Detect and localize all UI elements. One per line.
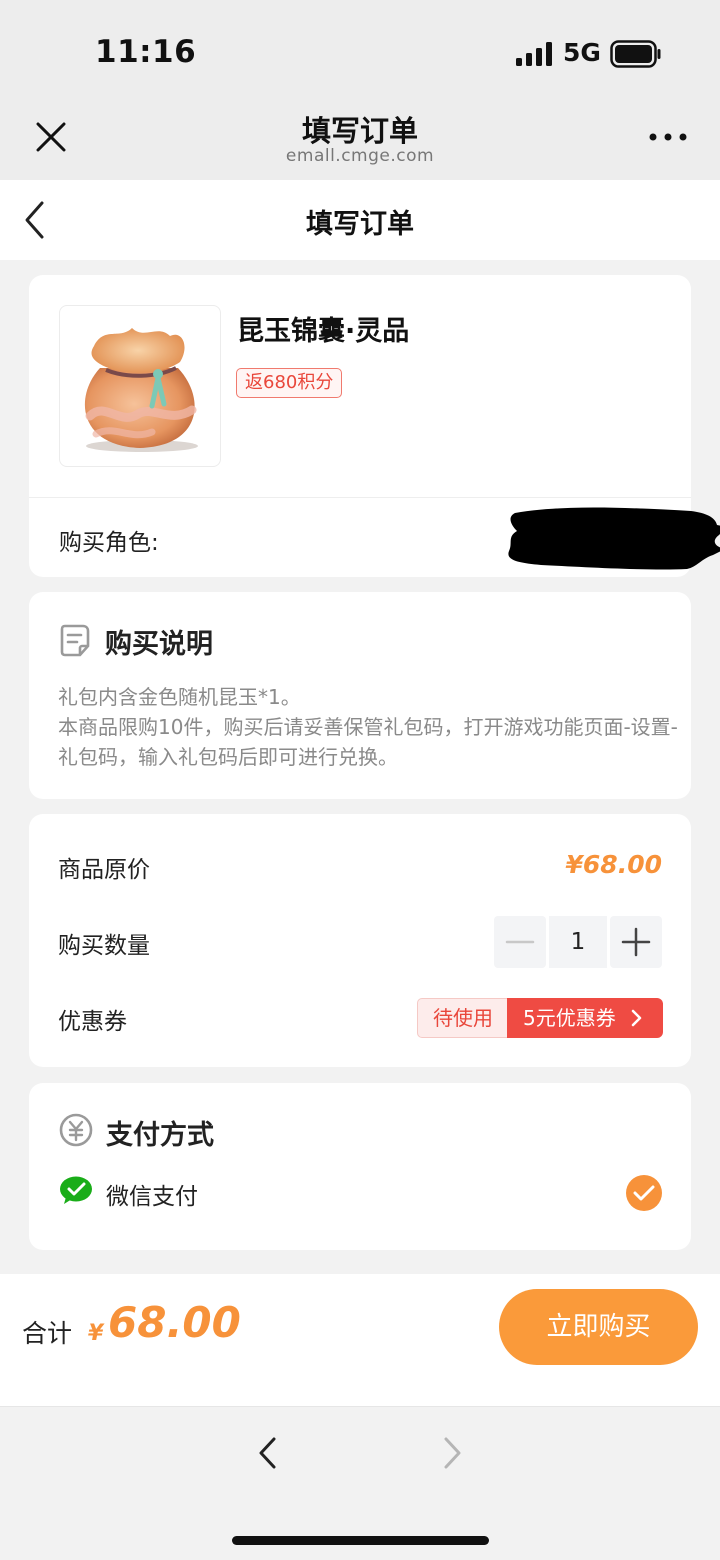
more-icon[interactable] bbox=[648, 132, 688, 142]
plus-icon bbox=[621, 927, 651, 957]
page-nav: 填写订单 bbox=[0, 180, 720, 260]
points-badge: 返680积分 bbox=[236, 368, 343, 398]
product-image bbox=[59, 305, 221, 467]
coupon-status[interactable]: 待使用 bbox=[417, 998, 509, 1038]
original-price: ¥68.00 bbox=[565, 850, 662, 879]
product-card: 昆玉锦囊·灵品 返680积分 购买角色: bbox=[29, 275, 720, 577]
quantity-label: 购买数量 bbox=[58, 933, 150, 959]
home-indicator[interactable] bbox=[232, 1536, 489, 1545]
battery-icon bbox=[610, 40, 661, 68]
browser-bottom-nav bbox=[0, 1408, 720, 1560]
product-name: 昆玉锦囊·灵品 bbox=[237, 316, 410, 347]
minus-icon bbox=[505, 940, 535, 944]
browser-header: 填写订单 emall.cmge.com bbox=[0, 96, 720, 180]
buy-now-button[interactable]: 立即购买 bbox=[499, 1289, 698, 1365]
selected-check-icon[interactable] bbox=[625, 1174, 663, 1212]
document-icon bbox=[60, 624, 90, 657]
pouch-icon bbox=[84, 328, 198, 452]
original-price-label: 商品原价 bbox=[58, 857, 150, 883]
redacted-role-value bbox=[508, 507, 720, 570]
network-label: 5G bbox=[563, 38, 601, 67]
total-amount: 68.00 bbox=[108, 1298, 241, 1347]
payment-card: 支付方式 微信支付 bbox=[29, 1083, 691, 1250]
wechat-pay-label[interactable]: 微信支付 bbox=[106, 1177, 198, 1211]
status-bar: 11:16 5G bbox=[0, 0, 720, 96]
signal-icon bbox=[516, 42, 552, 66]
page-title: 填写订单 bbox=[306, 209, 414, 240]
price-card: 商品原价 ¥68.00 购买数量 1 优惠券 待使用 5元优惠券 bbox=[29, 814, 691, 1067]
description-text: 礼包内含金色随机昆玉*1。 本商品限购10件，购买后请妥善保管礼包码，打开游戏功… bbox=[58, 685, 678, 769]
browser-back-icon[interactable] bbox=[256, 1436, 278, 1470]
role-label: 购买角色: bbox=[59, 530, 159, 556]
coupon-value: 5元优惠券 bbox=[523, 1006, 616, 1030]
yuan-icon bbox=[59, 1113, 93, 1147]
browser-title: 填写订单 bbox=[301, 114, 418, 148]
coupon-button[interactable]: 5元优惠券 bbox=[507, 998, 663, 1038]
coupon-label: 优惠券 bbox=[58, 1009, 127, 1035]
checkout-bar: 合计 ¥ 68.00 立即购买 bbox=[0, 1274, 720, 1407]
quantity-minus-button[interactable] bbox=[494, 916, 546, 968]
description-card: 购买说明 礼包内含金色随机昆玉*1。 本商品限购10件，购买后请妥善保管礼包码，… bbox=[29, 592, 691, 799]
payment-heading: 支付方式 bbox=[106, 1120, 214, 1151]
quantity-value[interactable]: 1 bbox=[549, 916, 607, 968]
total-label: 合计 bbox=[22, 1319, 73, 1348]
browser-url: emall.cmge.com bbox=[285, 146, 435, 166]
status-time: 11:16 bbox=[95, 34, 197, 70]
wechat-pay-icon bbox=[60, 1176, 92, 1204]
description-heading: 购买说明 bbox=[105, 629, 213, 660]
browser-forward-icon[interactable] bbox=[442, 1436, 464, 1470]
chevron-right-icon bbox=[631, 1009, 642, 1027]
divider bbox=[29, 497, 691, 498]
quantity-plus-button[interactable] bbox=[610, 916, 662, 968]
total-currency: ¥ bbox=[88, 1321, 104, 1346]
